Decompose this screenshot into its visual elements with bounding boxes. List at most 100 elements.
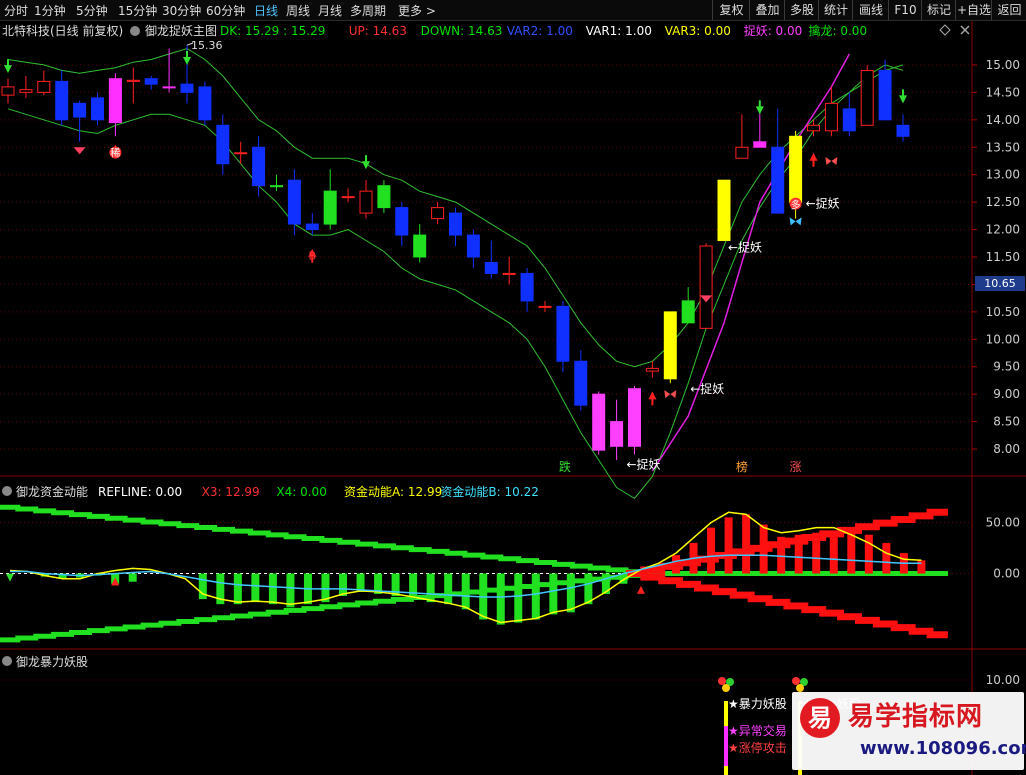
price-tick-label: 14.50	[986, 85, 1020, 99]
period-tab[interactable]: 60分钟	[206, 2, 245, 19]
balloon-icon	[796, 684, 804, 692]
candle-body	[860, 69, 874, 126]
indicator-param: UP: 14.63	[349, 24, 407, 38]
period-tab[interactable]: 分时	[4, 2, 28, 19]
price-tick-label: 8.00	[993, 442, 1020, 456]
candle-body	[91, 97, 104, 121]
candle-body	[305, 223, 319, 231]
candle-body	[824, 102, 838, 132]
xi-badge-text: 稀	[110, 147, 120, 160]
candle-body	[699, 245, 713, 329]
candle-body	[628, 388, 641, 447]
candle-body	[681, 300, 695, 324]
zhuoyao-label: ←捉妖	[690, 381, 724, 396]
candle-body	[520, 272, 534, 302]
bang-label: 榜	[736, 459, 748, 474]
period-tab[interactable]: 日线	[254, 2, 278, 19]
indicator-param: VAR3: 0.00	[665, 24, 731, 38]
candle-body	[323, 190, 337, 225]
dropdown-icon	[130, 26, 140, 36]
candle-body	[395, 207, 409, 236]
buy-arrow-icon	[636, 585, 645, 594]
candle-body	[842, 108, 856, 132]
price-tick-label: 9.50	[993, 360, 1020, 374]
indicator-name: 御龙捉妖主图	[145, 23, 217, 38]
candle-body	[180, 83, 194, 93]
green-bar	[531, 573, 540, 620]
red-bar	[707, 527, 716, 574]
period-tab[interactable]: 5分钟	[76, 2, 108, 19]
candle-body	[449, 212, 462, 236]
indicator-param: DOWN: 14.63	[421, 24, 503, 38]
red-bar	[724, 517, 733, 574]
toolbar-button[interactable]: 多股	[784, 0, 819, 20]
green-bar	[268, 573, 277, 605]
period-tab[interactable]: 多周期	[350, 2, 386, 19]
red-bar	[672, 555, 681, 574]
candle-body	[37, 80, 51, 93]
green-bar	[426, 573, 435, 603]
diamond-icon	[939, 24, 951, 36]
candle-body	[645, 367, 659, 372]
green-bar	[444, 573, 453, 605]
candle-body	[466, 234, 480, 258]
indicator-param: VAR2: 1.00	[507, 24, 573, 38]
indicator-param: 捉妖: 0.00	[744, 23, 803, 38]
current-price-box: 10.65	[975, 276, 1025, 291]
zhangting-label: ★涨停攻击	[728, 740, 787, 755]
green-bar	[514, 573, 523, 623]
price-tick-label: 13.50	[986, 140, 1020, 154]
toolbar-button[interactable]: 复权	[712, 0, 750, 20]
indicator-param: X3: 12.99	[202, 485, 260, 499]
butterfly-icon	[825, 156, 838, 165]
green-bar	[233, 573, 242, 605]
high-price-label: 15.36	[191, 39, 223, 52]
red-bar	[777, 536, 786, 574]
indicator-param: VAR1: 1.00	[586, 24, 652, 38]
dropdown-icon	[2, 486, 12, 496]
indicator-param: DK: 15.29 : 15.29	[220, 24, 325, 38]
period-tab[interactable]: 15分钟	[118, 2, 157, 19]
duo-badge-text: 多	[791, 199, 801, 212]
red-bar	[812, 532, 821, 574]
trend-line	[651, 53, 850, 472]
period-tab[interactable]: 月线	[318, 2, 342, 19]
candle-body	[484, 261, 498, 274]
period-tab[interactable]: 周线	[286, 2, 310, 19]
candle-body	[663, 311, 677, 380]
butterfly-icon	[664, 390, 677, 399]
candle-body	[735, 146, 749, 159]
candle-body	[413, 234, 427, 258]
candle-body	[234, 152, 248, 155]
toolbar-button[interactable]: 标记	[921, 0, 956, 20]
gem-icon	[73, 147, 86, 155]
candle-body	[789, 135, 803, 203]
price-tick-label: 8.50	[993, 415, 1020, 429]
green-bar	[251, 573, 260, 603]
price-tick-label: 12.00	[986, 223, 1020, 237]
watermark-logo-icon: 易	[800, 698, 840, 738]
candle-body	[287, 179, 301, 225]
period-tab[interactable]: 1分钟	[34, 2, 66, 19]
toolbar-button[interactable]: 叠加	[749, 0, 785, 20]
candle-body	[55, 80, 69, 121]
red-bar	[829, 530, 838, 574]
period-tab[interactable]: 30分钟	[162, 2, 201, 19]
period-tab[interactable]: 更多 >	[398, 2, 436, 19]
candle-body	[144, 78, 158, 85]
green-bar	[584, 573, 593, 605]
close-icon	[960, 25, 970, 35]
up-channel-line	[7, 47, 904, 368]
toolbar-button[interactable]: 统计	[818, 0, 853, 20]
toolbar-button[interactable]: 画线	[852, 0, 889, 20]
price-tick-label: 10.50	[986, 305, 1020, 319]
candle-body	[717, 179, 731, 242]
toolbar-button[interactable]: +自选	[955, 0, 992, 20]
toolbar-button[interactable]: 返回	[991, 0, 1026, 20]
price-tick-label: 11.50	[986, 250, 1020, 264]
price-tick-label: 13.00	[986, 168, 1020, 182]
candle-body	[252, 146, 266, 187]
toolbar-button[interactable]: F10	[888, 0, 922, 20]
green-bar	[286, 573, 295, 608]
price-tick-label: 9.00	[993, 387, 1020, 401]
